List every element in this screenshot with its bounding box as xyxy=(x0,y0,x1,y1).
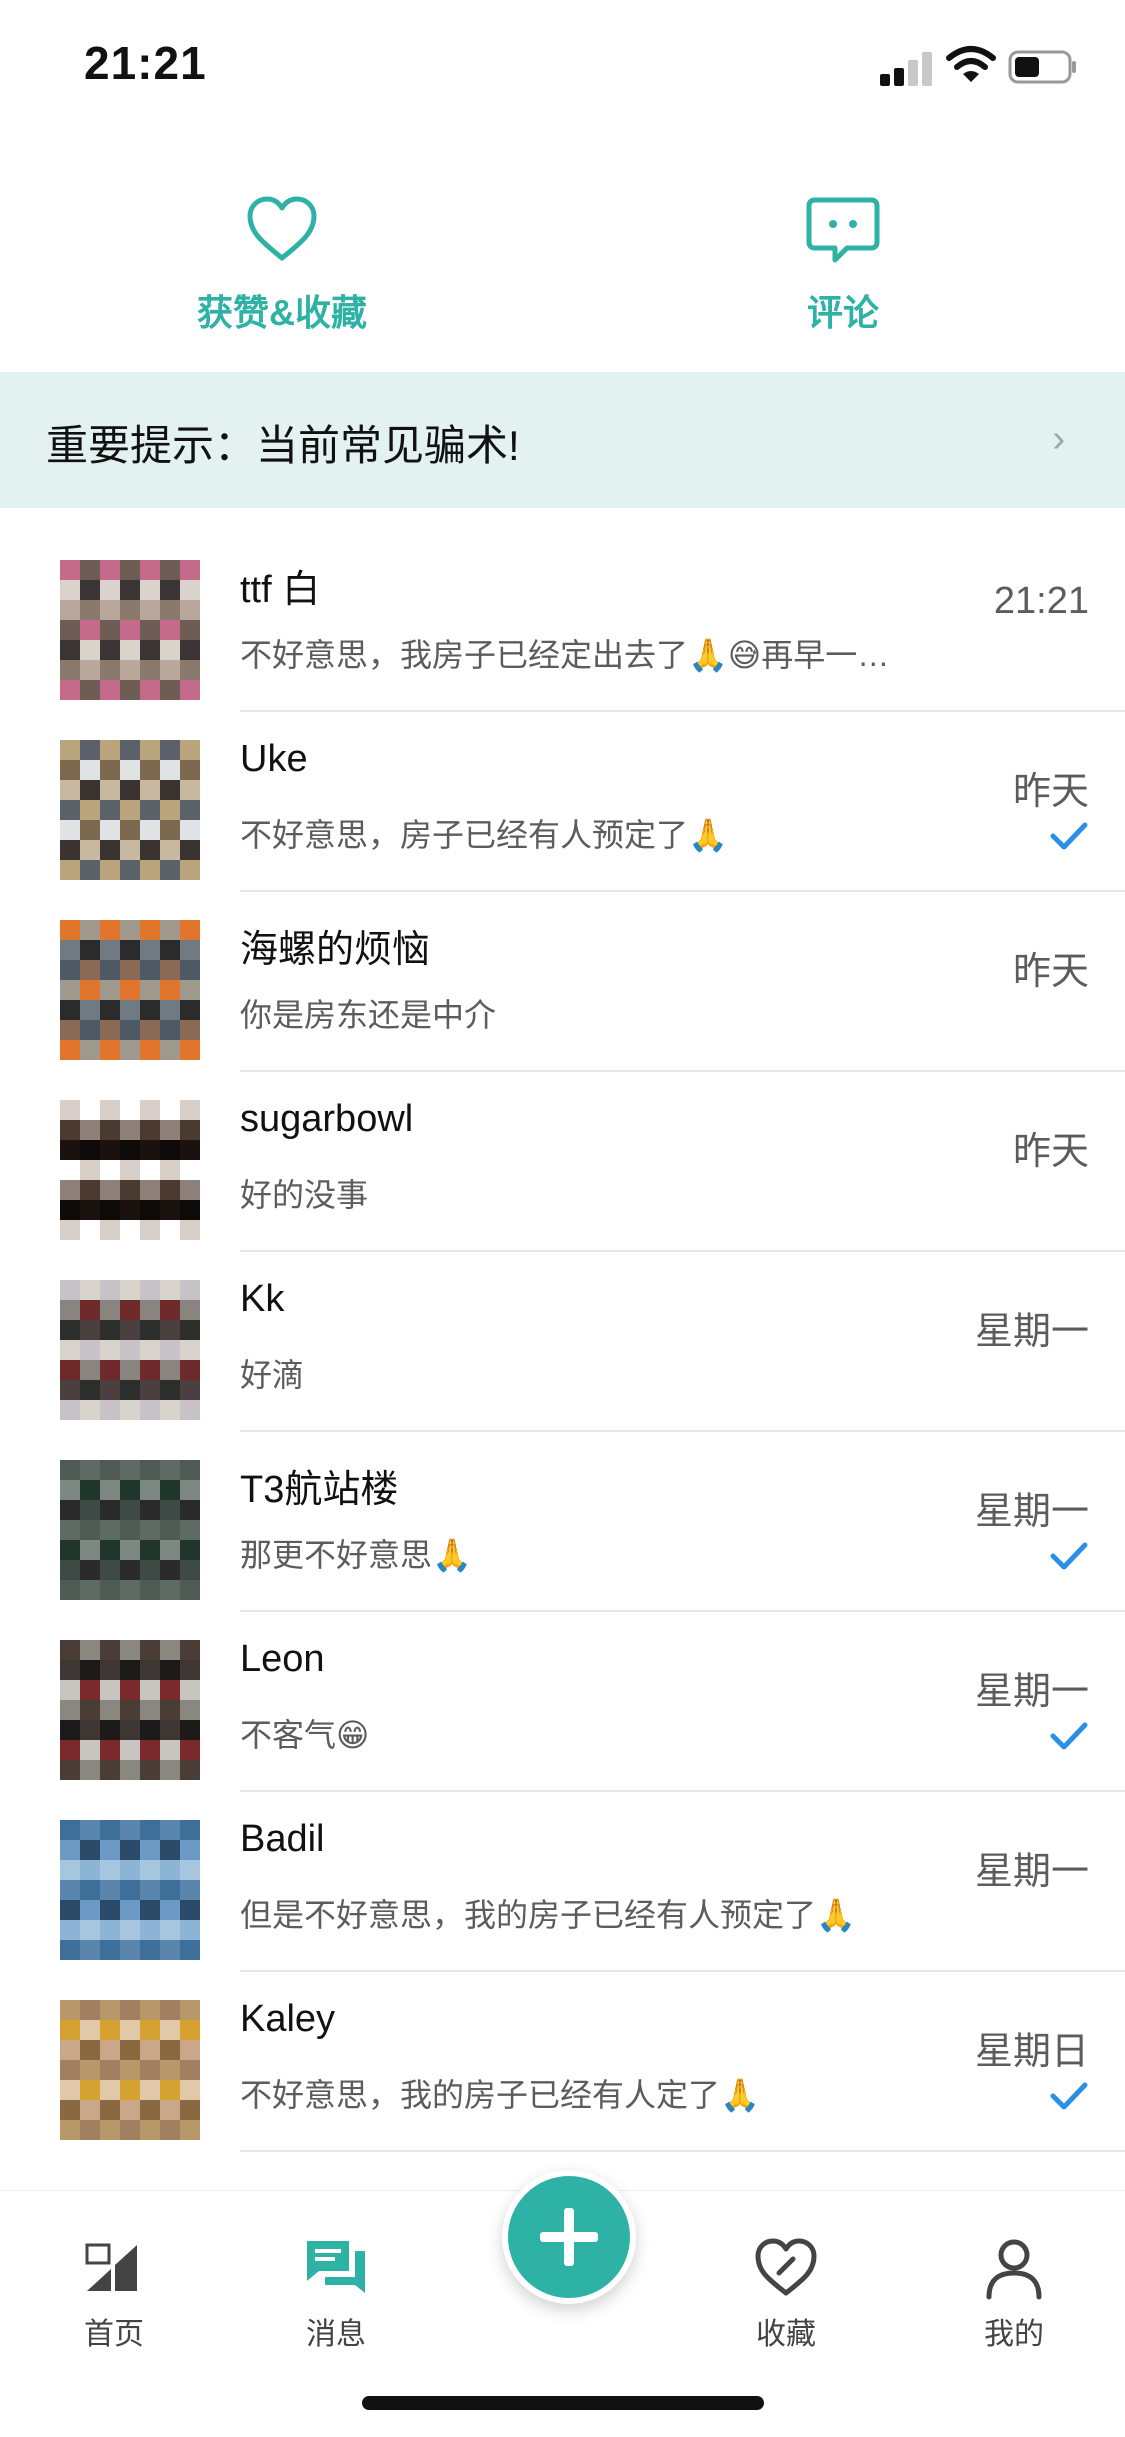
nav-favorites-label: 收藏 xyxy=(756,2318,816,2351)
contact-name: Badil xyxy=(240,1818,325,1860)
message-preview: 不好意思，房子已经有人预定了🙏 xyxy=(240,817,728,853)
message-preview: 那更不好意思🙏 xyxy=(240,1537,472,1573)
read-check-icon xyxy=(1050,822,1088,850)
avatar[interactable] xyxy=(60,1460,200,1600)
message-preview: 好滴 xyxy=(240,1357,305,1393)
message-time: 星期一 xyxy=(974,1311,1089,1353)
conversation-row[interactable]: sugarbowl 好的没事 昨天 xyxy=(0,1072,1125,1252)
create-post-button[interactable] xyxy=(502,2170,636,2304)
contact-name: T3航站楼 xyxy=(240,1469,399,1511)
contact-name: Kk xyxy=(240,1278,285,1320)
message-time: 昨天 xyxy=(1012,1131,1089,1173)
conversation-row[interactable]: 海螺的烦恼你是房东还是中介 昨天 xyxy=(0,892,1125,1072)
tab-comments[interactable]: 评论 xyxy=(693,190,993,336)
home-icon xyxy=(85,2243,137,2291)
read-check-icon xyxy=(1050,1722,1088,1750)
contact-name: ttf 白 xyxy=(240,569,321,611)
conversation-row[interactable]: Leon 不客气😁 星期一 xyxy=(0,1612,1125,1792)
scam-notice-banner[interactable]: 重要提示：当前常见骗术! › xyxy=(0,372,1125,508)
message-time: 星期一 xyxy=(974,1851,1089,1893)
cellular-signal-icon xyxy=(880,50,934,86)
heart-outline-icon xyxy=(247,196,317,261)
avatar[interactable] xyxy=(60,560,200,700)
contact-name: Leon xyxy=(240,1638,325,1680)
home-indicator xyxy=(362,2396,764,2410)
row-divider xyxy=(240,2150,1125,2152)
contact-name: Kaley xyxy=(240,1998,336,2040)
message-preview: 不好意思，我房子已经定出去了🙏😅再早一… xyxy=(240,637,890,673)
conversation-row[interactable]: T3航站楼那更不好意思🙏 星期一 xyxy=(0,1432,1125,1612)
message-preview: 但是不好意思，我的房子已经有人预定了🙏 xyxy=(240,1897,856,1933)
nav-favorites[interactable]: 收藏 xyxy=(706,2235,866,2353)
favorite-heart-icon xyxy=(755,2238,817,2296)
message-icon xyxy=(307,2241,365,2293)
nav-home-label: 首页 xyxy=(84,2318,144,2351)
wifi-icon xyxy=(946,46,996,82)
conversation-row[interactable]: ttf 白不好意思，我房子已经定出去了🙏😅再早一… 21:21 xyxy=(0,532,1125,712)
conversation-row[interactable]: Badil 但是不好意思，我的房子已经有人预定了🙏 星期一 xyxy=(0,1792,1125,1972)
message-preview: 不好意思，我的房子已经有人定了🙏 xyxy=(240,2077,760,2113)
conversation-row[interactable]: Uke 不好意思，房子已经有人预定了🙏 昨天 xyxy=(0,712,1125,892)
tab-comments-label: 评论 xyxy=(806,292,879,333)
avatar[interactable] xyxy=(60,920,200,1060)
notice-text: 重要提示：当前常见骗术! xyxy=(46,422,520,469)
contact-name: 海螺的烦恼 xyxy=(240,929,431,971)
read-check-icon xyxy=(1050,2082,1088,2110)
contact-name: Uke xyxy=(240,738,308,780)
tab-likes-favorites[interactable]: 获赞&收藏 xyxy=(132,190,432,336)
message-time: 昨天 xyxy=(1012,951,1089,993)
profile-icon xyxy=(986,2239,1042,2300)
message-preview: 你是房东还是中介 xyxy=(240,997,497,1033)
avatar[interactable] xyxy=(60,1280,200,1420)
comment-bubble-icon xyxy=(806,197,880,263)
nav-profile[interactable]: 我的 xyxy=(934,2235,1094,2353)
message-time: 昨天 xyxy=(1012,771,1089,813)
nav-home[interactable]: 首页 xyxy=(34,2235,194,2353)
conversation-row[interactable]: Kaley 不好意思，我的房子已经有人定了🙏 星期日 xyxy=(0,1972,1125,2152)
tab-likes-favorites-label: 获赞&收藏 xyxy=(197,292,367,333)
chevron-right-icon: › xyxy=(1052,418,1065,460)
message-time: 星期一 xyxy=(974,1491,1089,1533)
message-preview: 不客气😁 xyxy=(240,1717,370,1753)
avatar[interactable] xyxy=(60,2000,200,2140)
message-time: 星期日 xyxy=(974,2031,1089,2073)
avatar[interactable] xyxy=(60,1100,200,1240)
status-time: 21:21 xyxy=(84,37,207,89)
nav-messages-label: 消息 xyxy=(306,2318,366,2351)
avatar[interactable] xyxy=(60,1640,200,1780)
message-time: 星期一 xyxy=(974,1671,1089,1713)
nav-messages[interactable]: 消息 xyxy=(256,2235,416,2353)
nav-profile-label: 我的 xyxy=(984,2318,1044,2351)
read-check-icon xyxy=(1050,1542,1088,1570)
contact-name: sugarbowl xyxy=(240,1098,414,1140)
battery-icon xyxy=(1008,50,1076,84)
message-time: 21:21 xyxy=(993,580,1089,622)
avatar[interactable] xyxy=(60,740,200,880)
avatar[interactable] xyxy=(60,1820,200,1960)
plus-icon xyxy=(540,2208,598,2266)
message-preview: 好的没事 xyxy=(240,1177,369,1213)
conversation-row[interactable]: Kk 好滴 星期一 xyxy=(0,1252,1125,1432)
